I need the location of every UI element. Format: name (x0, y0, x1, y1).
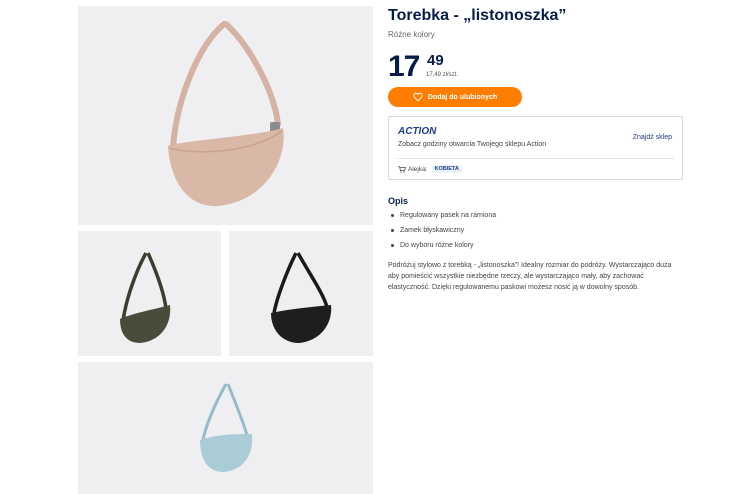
add-to-favorites-label: Dodaj do ulubionych (427, 93, 498, 101)
heart-icon (413, 92, 423, 102)
description-text: Podróżuj stylowo z torebką - „listonoszk… (388, 262, 672, 291)
aisle-badge: KOBIETA (431, 165, 462, 173)
cart-icon (398, 165, 406, 173)
action-logo-text: ACTION (398, 126, 437, 136)
product-image-thumb-olive[interactable] (78, 231, 221, 356)
price-decimal: 49 (427, 52, 444, 69)
price-integer: 17 (388, 50, 420, 83)
product-subtitle: Różne kolory (388, 30, 435, 39)
product-info: Torebka - „listonoszka” Różne kolory 17 … (388, 6, 684, 291)
price: 17 49 17,49 zł/szt. (388, 51, 684, 91)
product-image-thumb-black[interactable] (229, 231, 373, 356)
aisle-label: Alejka: (408, 165, 428, 173)
aisle-info: Alejka: KOBIETA (398, 165, 462, 173)
list-item: Do wyboru różne kolory (388, 241, 496, 256)
product-image-main[interactable] (78, 6, 373, 225)
product-image-thumb-light-blue[interactable] (78, 362, 373, 494)
bag-black-image (271, 252, 332, 343)
store-info-box: ACTION Zobacz godziny otwarcia Twojego s… (388, 116, 683, 180)
product-title: Torebka - „listonoszka” (388, 7, 567, 24)
store-hours-text: Zobacz godziny otwarcia Twojego sklepu A… (398, 141, 547, 148)
list-item: Zamek błyskawiczny (388, 226, 496, 241)
feature-list: Regulowany pasek na ramiona Zamek błyska… (388, 211, 496, 256)
bag-light-blue-image (200, 383, 253, 472)
divider (397, 158, 674, 159)
action-logo: ACTION (398, 126, 437, 136)
bag-olive-image (120, 252, 171, 343)
add-to-favorites-button[interactable]: Dodaj do ulubionych (388, 87, 522, 107)
list-item: Regulowany pasek na ramiona (388, 211, 496, 226)
price-per-unit: 17,49 zł/szt. (426, 72, 459, 78)
find-store-link[interactable]: Znajdź sklep (633, 134, 672, 141)
bag-pink-image (168, 21, 284, 207)
description-heading: Opis (388, 196, 409, 206)
